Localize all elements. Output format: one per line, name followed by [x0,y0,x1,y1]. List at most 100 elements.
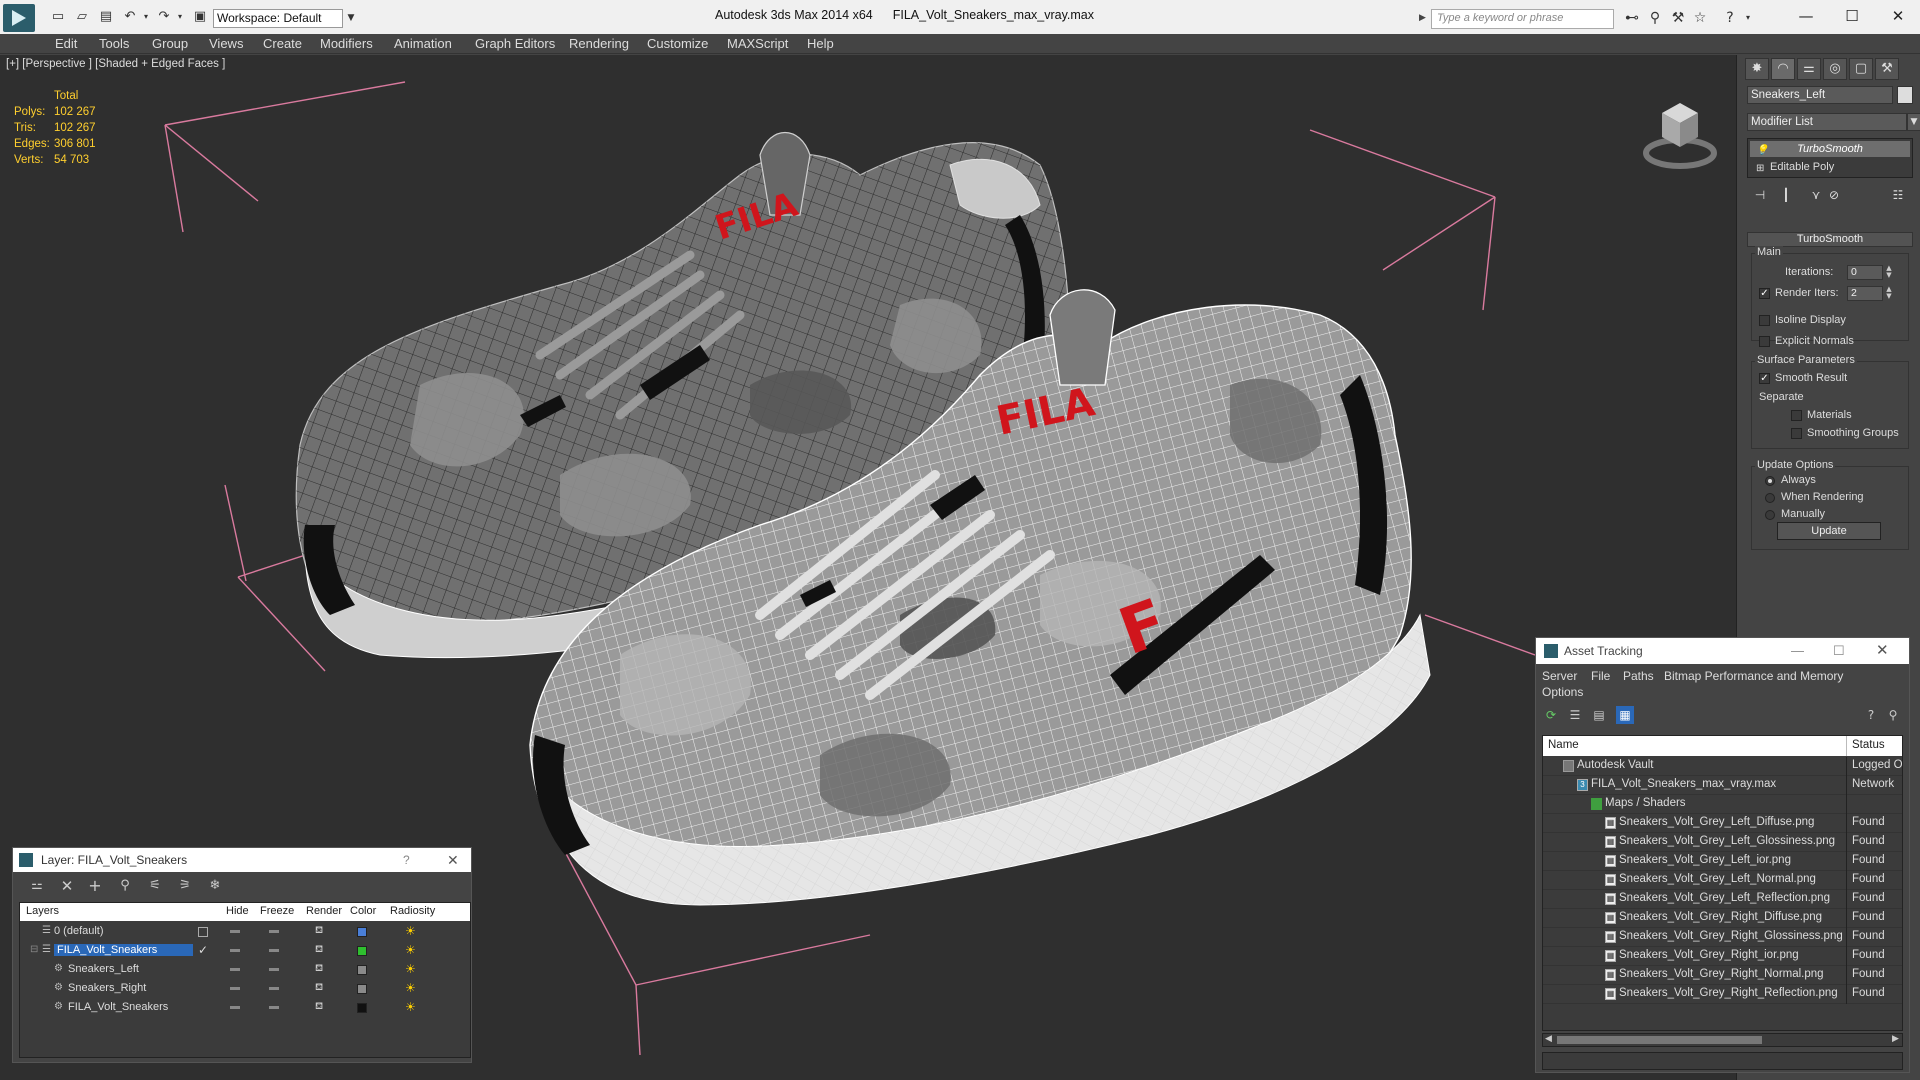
col-color[interactable]: Color [350,905,376,917]
smoothing-groups-checkbox[interactable] [1791,428,1802,439]
radiosity-icon[interactable]: ☀ [405,1000,416,1014]
layer-dialog-title-bar[interactable]: Layer: FILA_Volt_Sneakers ? ✕ [13,848,471,872]
asset-tracking-title-bar[interactable]: Asset Tracking — ☐ ✕ [1536,638,1909,664]
current-layer-box[interactable] [198,927,208,937]
render-teapot-icon[interactable]: ⛾ [315,982,323,995]
create-layer-icon[interactable]: ⚍ [27,877,47,895]
layer-color-swatch[interactable] [357,1003,367,1013]
show-end-result-icon[interactable]: ┃ [1777,186,1795,204]
table-view-icon[interactable]: ▦ [1616,706,1634,724]
workspace-dropdown[interactable]: Workspace: Default [213,9,343,28]
menu-help[interactable]: Help [807,36,834,51]
smooth-result-checkbox[interactable]: ✓ [1759,373,1770,384]
layer-color-swatch[interactable] [357,946,367,956]
asset-row[interactable]: ▦ Sneakers_Volt_Grey_Right_Reflection.png… [1543,985,1902,1004]
layer-row[interactable]: ⚙ FILA_Volt_Sneakers ▬ ▬ ⛾ ☀ [20,999,464,1018]
materials-checkbox[interactable] [1791,410,1802,421]
render-teapot-icon[interactable]: ⛾ [315,944,323,957]
chevron-down-icon[interactable]: ▼ [1907,113,1920,131]
menu-maxscript[interactable]: MAXScript [727,36,788,51]
layer-color-swatch[interactable] [357,984,367,994]
asset-row[interactable]: ▦ Sneakers_Volt_Grey_Left_Diffuse.png Foun… [1543,814,1902,833]
menu-views[interactable]: Views [209,36,243,51]
menu-modifiers[interactable]: Modifiers [320,36,373,51]
stack-item-editable-poly[interactable]: ⊞ Editable Poly [1750,159,1910,175]
freeze-toggle[interactable]: ▬ [269,925,279,936]
when-rendering-radio[interactable] [1765,493,1775,503]
list-view-icon[interactable]: ☰ [1566,706,1584,724]
close-icon[interactable]: ✕ [1878,4,1918,28]
layer-row[interactable]: ⚙ Sneakers_Left ▬ ▬ ⛾ ☀ [20,961,464,980]
menu-customize[interactable]: Customize [647,36,708,51]
display-tab-icon[interactable]: ▢ [1849,58,1873,80]
asset-row[interactable]: ▦ Sneakers_Volt_Grey_Left_Reflection.png F… [1543,890,1902,909]
scroll-thumb[interactable] [1557,1036,1762,1044]
object-color-swatch[interactable] [1897,86,1913,104]
lightbulb-icon[interactable]: 💡 [1756,143,1768,159]
redo-icon[interactable]: ↷ [156,9,172,25]
menu-animation[interactable]: Animation [394,36,452,51]
expand-icon[interactable]: ⊞ [1756,161,1764,177]
layer-row[interactable]: ⚙ Sneakers_Right ▬ ▬ ⛾ ☀ [20,980,464,999]
viewcube-icon[interactable] [1640,85,1720,175]
binoculars-icon[interactable]: ⊷ [1622,9,1642,27]
asset-row[interactable]: Maps / Shaders [1543,795,1902,814]
layer-color-swatch[interactable] [357,965,367,975]
expand-search-icon[interactable]: ▶ [1419,13,1426,23]
render-iters-spinner[interactable]: 2 [1847,286,1883,301]
undo-dropdown-icon[interactable]: ▾ [138,9,154,25]
freeze-toggle[interactable]: ▬ [269,1001,279,1012]
asset-row[interactable]: ▦ Sneakers_Volt_Grey_Left_Normal.png Found [1543,871,1902,890]
asset-row[interactable]: ▦ Sneakers_Volt_Grey_Left_Glossiness.png F… [1543,833,1902,852]
refresh-icon[interactable]: ⟳ [1542,706,1560,724]
remove-modifier-icon[interactable]: ⊘ [1825,186,1843,204]
menu-bitmap-performance[interactable]: Bitmap Performance and Memory [1664,669,1843,683]
radiosity-icon[interactable]: ☀ [405,981,416,995]
layer-color-swatch[interactable] [357,927,367,937]
redo-dropdown-icon[interactable]: ▾ [172,9,188,25]
menu-edit[interactable]: Edit [55,36,77,51]
menu-paths[interactable]: Paths [1623,669,1654,683]
spinner-arrows-icon[interactable]: ▲ ▼ [1885,286,1893,301]
save-icon[interactable]: ▤ [98,9,114,25]
freeze-all-icon[interactable]: ❄ [205,877,225,895]
hide-toggle[interactable]: ▬ [230,1001,240,1012]
asset-row[interactable]: ▦ Sneakers_Volt_Grey_Right_Diffuse.png Fou… [1543,909,1902,928]
help-icon[interactable]: ? [403,848,410,872]
close-icon[interactable]: ✕ [1876,638,1889,664]
select-objects-icon[interactable]: ⚲ [115,877,135,895]
pin-stack-icon[interactable]: ⊣ [1751,186,1769,204]
asset-row[interactable]: ▦ Sneakers_Volt_Grey_Right_Glossiness.png… [1543,928,1902,947]
help-dropdown-icon[interactable]: ▾ [1738,9,1758,27]
freeze-toggle[interactable]: ▬ [269,944,279,955]
render-teapot-icon[interactable]: ⛾ [315,963,323,976]
pin-icon[interactable]: ⚲ [1884,706,1902,724]
thumbnail-view-icon[interactable]: ▤ [1590,706,1608,724]
minimize-icon[interactable]: — [1791,638,1804,664]
menu-rendering[interactable]: Rendering [569,36,629,51]
asset-row[interactable]: Autodesk Vault Logged O [1543,757,1902,776]
hide-toggle[interactable]: ▬ [230,982,240,993]
turbosmooth-rollout-header[interactable]: TurboSmooth [1747,232,1913,247]
spinner-arrows-icon[interactable]: ▲ ▼ [1885,265,1893,280]
col-radiosity[interactable]: Radiosity [390,905,435,917]
maximize-icon[interactable]: ☐ [1833,638,1845,664]
menu-server[interactable]: Server [1542,669,1577,683]
delete-layer-icon[interactable]: ✕ [57,877,77,895]
always-radio[interactable] [1765,476,1775,486]
menu-graph-editors[interactable]: Graph Editors [475,36,555,51]
freeze-toggle[interactable]: ▬ [269,982,279,993]
radiosity-icon[interactable]: ☀ [405,924,416,938]
explicit-normals-checkbox[interactable] [1759,336,1770,347]
asset-row[interactable]: 3 FILA_Volt_Sneakers_max_vray.max Network [1543,776,1902,795]
project-folder-icon[interactable]: ▣ [192,9,208,25]
menu-tools[interactable]: Tools [99,36,129,51]
undo-icon[interactable]: ↶ [122,9,138,25]
help-icon[interactable]: ? [1720,9,1740,27]
new-file-icon[interactable]: ▭ [50,9,66,25]
update-button[interactable]: Update [1777,522,1881,540]
configure-modifier-sets-icon[interactable]: ☷ [1889,186,1907,204]
menu-create[interactable]: Create [263,36,302,51]
close-icon[interactable]: ✕ [447,848,459,872]
create-tab-icon[interactable]: ✸ [1745,58,1769,80]
